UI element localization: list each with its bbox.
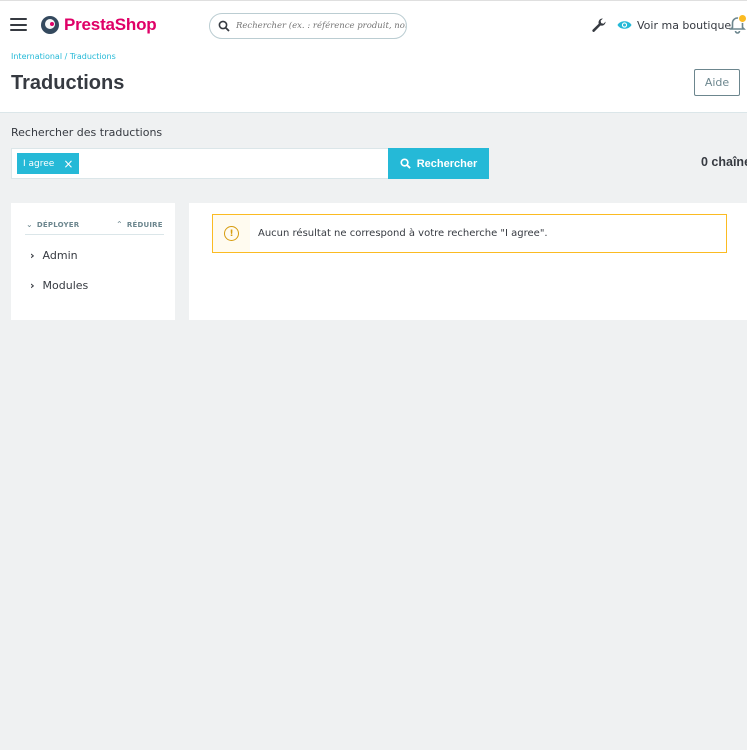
page-title: Traductions [11,72,125,94]
search-tag-label: I agree [23,158,55,169]
wrench-icon[interactable] [591,17,607,33]
page-header: International / Traductions Traductions … [0,48,747,113]
expand-all-button[interactable]: ⌄ DÉPLOYER [26,220,79,229]
no-results-alert: ! Aucun résultat ne correspond à votre r… [212,214,727,253]
notification-badge [738,14,747,23]
breadcrumb[interactable]: International / Traductions [11,52,116,61]
logo-icon [41,16,59,34]
tree-divider [25,234,164,235]
top-header: PrestaShop Voir ma boutique [0,0,747,48]
brand-name: PrestaShop [64,15,157,34]
translation-search-field[interactable]: I agree × [11,148,389,179]
eye-icon [617,21,632,29]
search-icon [218,20,230,32]
search-button[interactable]: Rechercher [388,148,489,179]
help-button[interactable]: Aide [694,69,740,96]
tree-item-admin[interactable]: › Admin [30,249,78,262]
menu-toggle-icon[interactable] [10,18,27,31]
tree-item-label: Admin [42,249,78,262]
chevron-right-icon: › [30,279,35,292]
warning-icon: ! [224,226,239,241]
expand-all-label: DÉPLOYER [36,220,80,229]
tree-item-modules[interactable]: › Modules [30,279,88,292]
tag-close-icon[interactable]: × [63,158,73,170]
translation-tree-panel: ⌄ DÉPLOYER ⌃ RÉDUIRE › Admin › Modules [11,203,175,320]
global-search-input[interactable] [236,21,406,31]
alert-icon-box: ! [213,215,250,252]
results-panel: ! Aucun résultat ne correspond à votre r… [189,203,747,320]
no-results-message: Aucun résultat ne correspond à votre rec… [258,228,548,239]
search-tag: I agree × [17,153,80,174]
strings-count: 0 chaînes [701,155,747,169]
chevron-right-icon: › [30,249,35,262]
global-search[interactable] [209,13,407,39]
chevron-up-icon: ⌃ [116,220,123,229]
chevron-down-icon: ⌄ [26,220,33,229]
collapse-all-button[interactable]: ⌃ RÉDUIRE [116,220,163,229]
prestashop-logo[interactable]: PrestaShop [41,14,157,36]
tree-item-label: Modules [42,279,89,292]
view-shop-link[interactable]: Voir ma boutique [617,16,731,34]
collapse-all-label: RÉDUIRE [126,220,163,229]
view-shop-label: Voir ma boutique [637,18,732,32]
search-translations-label: Rechercher des traductions [11,126,163,139]
search-icon [400,158,411,169]
search-button-label: Rechercher [416,157,478,170]
